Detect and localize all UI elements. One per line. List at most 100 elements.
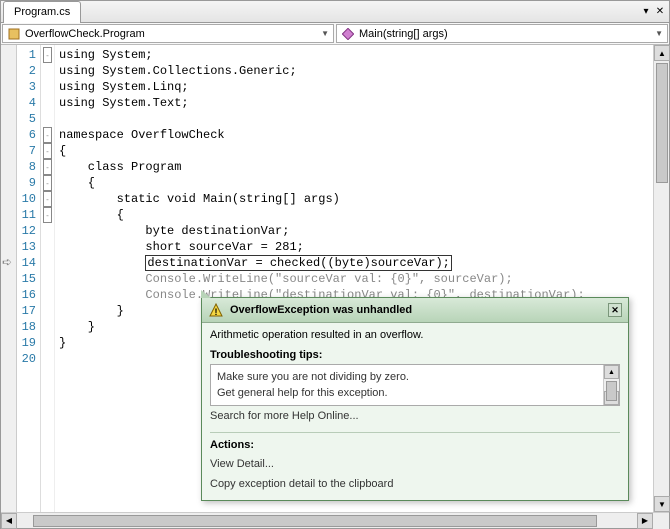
code-line[interactable]: destinationVar = checked((byte)sourceVar… (59, 255, 653, 271)
tab-bar: Program.cs ▾ ✕ (1, 1, 669, 23)
copy-detail-link[interactable]: Copy exception detail to the clipboard (210, 474, 620, 494)
search-help-link[interactable]: Search for more Help Online... (210, 406, 620, 426)
fold-cell[interactable]: - (41, 159, 54, 175)
popup-pointer-icon (201, 290, 211, 298)
code-line[interactable]: using System.Collections.Generic; (59, 63, 653, 79)
line-number: 8 (17, 159, 40, 175)
scroll-left-icon[interactable]: ◀ (1, 513, 17, 529)
fold-cell[interactable]: - (41, 191, 54, 207)
class-icon (7, 27, 21, 41)
code-line[interactable]: using System.Linq; (59, 79, 653, 95)
tab-close-icon[interactable]: ✕ (655, 7, 665, 17)
line-number: 5 (17, 111, 40, 127)
fold-cell (41, 351, 54, 367)
fold-cell[interactable]: - (41, 207, 54, 223)
line-number: 3 (17, 79, 40, 95)
class-dropdown[interactable]: OverflowCheck.Program ▼ (2, 24, 334, 43)
fold-toggle-icon[interactable]: - (43, 175, 52, 191)
fold-toggle-icon[interactable]: - (43, 127, 52, 143)
code-line[interactable]: byte destinationVar; (59, 223, 653, 239)
fold-cell (41, 95, 54, 111)
fold-cell (41, 271, 54, 287)
exception-message: Arithmetic operation resulted in an over… (210, 329, 620, 341)
fold-toggle-icon[interactable]: - (43, 143, 52, 159)
line-number: 18 (17, 319, 40, 335)
fold-margin: ------- (41, 45, 55, 512)
tips-scrollbar[interactable]: ▲ ▼ (603, 365, 619, 405)
current-line-arrow-icon: ➪ (2, 255, 12, 269)
line-number: 17 (17, 303, 40, 319)
code-line[interactable]: { (59, 175, 653, 191)
fold-cell[interactable]: - (41, 143, 54, 159)
line-number: 13 (17, 239, 40, 255)
code-line[interactable]: static void Main(string[] args) (59, 191, 653, 207)
fold-cell (41, 303, 54, 319)
tips-scroll-thumb[interactable] (606, 381, 617, 401)
fold-toggle-icon[interactable]: - (43, 191, 52, 207)
scroll-up-icon[interactable]: ▲ (604, 365, 619, 379)
fold-cell (41, 319, 54, 335)
fold-cell (41, 335, 54, 351)
close-icon[interactable]: ✕ (608, 303, 622, 317)
tips-list: Make sure you are not dividing by zero. … (210, 364, 620, 406)
line-number: 19 (17, 335, 40, 351)
fold-cell (41, 111, 54, 127)
vertical-scrollbar[interactable]: ▲ ▼ (653, 45, 669, 512)
view-detail-link[interactable]: View Detail... (210, 454, 620, 474)
code-line[interactable]: using System; (59, 47, 653, 63)
fold-toggle-icon[interactable]: - (43, 207, 52, 223)
fold-cell[interactable]: - (41, 175, 54, 191)
scroll-right-icon[interactable]: ▶ (637, 513, 653, 529)
line-number: 6 (17, 127, 40, 143)
fold-toggle-icon[interactable]: - (43, 159, 52, 175)
code-line[interactable]: using System.Text; (59, 95, 653, 111)
tab-menu-icon[interactable]: ▾ (641, 7, 651, 17)
exception-header: ! OverflowException was unhandled ✕ (202, 298, 628, 323)
scroll-up-icon[interactable]: ▲ (654, 45, 670, 61)
hscroll-track[interactable] (17, 513, 637, 529)
line-number: 4 (17, 95, 40, 111)
fold-cell[interactable]: - (41, 47, 54, 63)
line-number: 14 (17, 255, 40, 271)
line-number: 15 (17, 271, 40, 287)
line-number: 2 (17, 63, 40, 79)
code-line[interactable]: { (59, 207, 653, 223)
fold-cell (41, 287, 54, 303)
divider (210, 432, 620, 433)
fold-cell (41, 63, 54, 79)
chevron-down-icon: ▼ (655, 29, 663, 38)
line-number: 1 (17, 47, 40, 63)
fold-cell (41, 255, 54, 271)
chevron-down-icon: ▼ (321, 29, 329, 38)
fold-toggle-icon[interactable]: - (43, 47, 52, 63)
horizontal-scrollbar[interactable]: ◀ ▶ (1, 512, 669, 528)
line-number-gutter: 1234567891011121314151617181920 (17, 45, 41, 512)
scroll-down-icon[interactable]: ▼ (654, 496, 670, 512)
code-line[interactable]: short sourceVar = 281; (59, 239, 653, 255)
code-line[interactable] (59, 111, 653, 127)
fold-cell[interactable]: - (41, 127, 54, 143)
method-dropdown-label: Main(string[] args) (359, 28, 448, 40)
exception-popup: ! OverflowException was unhandled ✕ Arit… (201, 297, 629, 501)
tip-item[interactable]: Make sure you are not dividing by zero. (217, 369, 597, 385)
code-line[interactable]: Console.WriteLine("sourceVar val: {0}", … (59, 271, 653, 287)
line-number: 7 (17, 143, 40, 159)
horizontal-scroll-thumb[interactable] (33, 515, 597, 527)
fold-cell (41, 239, 54, 255)
line-number: 16 (17, 287, 40, 303)
method-dropdown[interactable]: Main(string[] args) ▼ (336, 24, 668, 43)
vertical-scroll-thumb[interactable] (656, 63, 668, 183)
svg-text:!: ! (215, 307, 218, 317)
file-tab[interactable]: Program.cs (3, 1, 81, 23)
tab-title: Program.cs (14, 6, 70, 18)
actions-header: Actions: (210, 439, 620, 451)
line-number: 12 (17, 223, 40, 239)
scroll-corner (653, 513, 669, 529)
code-line[interactable]: namespace OverflowCheck (59, 127, 653, 143)
code-line[interactable]: class Program (59, 159, 653, 175)
code-line[interactable]: { (59, 143, 653, 159)
line-number: 9 (17, 175, 40, 191)
tips-header: Troubleshooting tips: (210, 349, 620, 361)
indicator-margin: ➪ (1, 45, 17, 512)
tip-item[interactable]: Get general help for this exception. (217, 385, 597, 401)
